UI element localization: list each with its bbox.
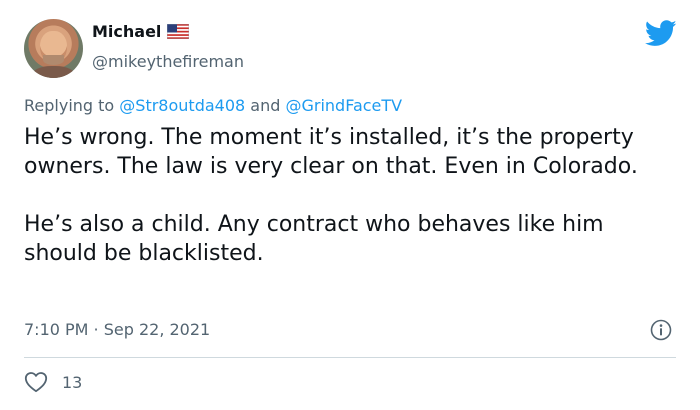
avatar-beard	[43, 55, 64, 65]
heart-icon[interactable]	[24, 371, 48, 393]
info-icon[interactable]	[650, 319, 672, 341]
tweet-text: He’s wrong. The moment it’s installed, i…	[24, 123, 674, 268]
author-handle[interactable]: @mikeythefireman	[92, 52, 244, 71]
avatar-shirt	[32, 66, 75, 78]
mention-link[interactable]: @Str8outda408	[119, 96, 245, 115]
mention-link[interactable]: @GrindFaceTV	[285, 96, 402, 115]
tweet-paragraph: He’s also a child. Any contract who beha…	[24, 212, 604, 266]
replying-to-line: Replying to @Str8outda408 and @GrindFace…	[24, 96, 402, 115]
replying-to-prefix: Replying to	[24, 96, 115, 115]
author-name-row: Michael	[92, 22, 190, 41]
avatar[interactable]	[24, 19, 83, 78]
like-count: 13	[62, 372, 83, 392]
tweet-paragraph: He’s wrong. The moment it’s installed, i…	[24, 125, 638, 179]
like-row: 13	[24, 371, 82, 393]
author-display-name[interactable]: Michael	[92, 22, 161, 41]
tweet-timestamp[interactable]: 7:10 PM · Sep 22, 2021	[24, 320, 210, 339]
divider	[24, 357, 676, 358]
twitter-bird-icon[interactable]	[645, 20, 677, 47]
replying-to-conjunction: and	[250, 96, 281, 115]
us-flag-icon	[167, 24, 190, 39]
